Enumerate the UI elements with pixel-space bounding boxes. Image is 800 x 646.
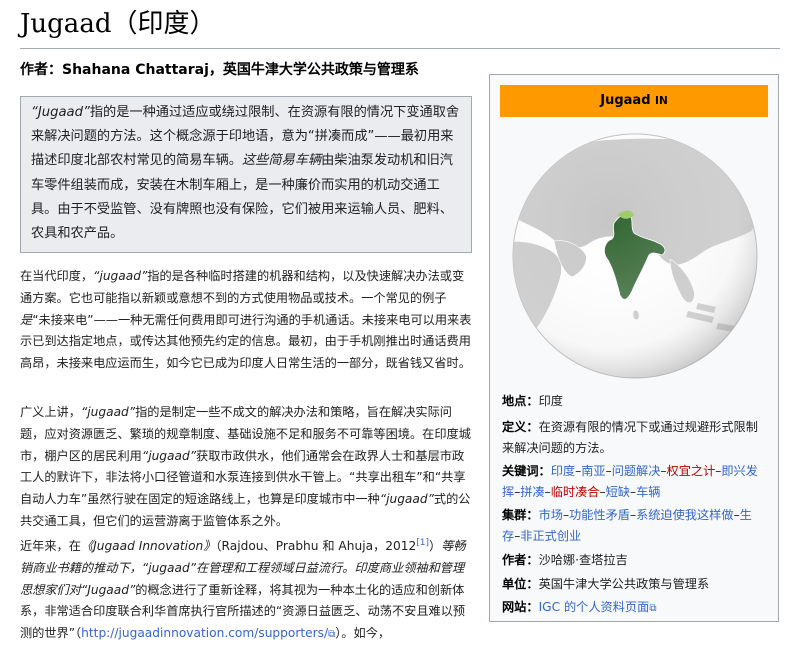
keyword-link-0[interactable]: 印度 [551,464,575,478]
p2-term: “jugaad” [80,405,136,419]
infobox-unit-row: 单位：英国牛津大学公共政策与管理系 [502,574,770,595]
keyword-link-7[interactable]: 短缺 [606,485,630,499]
p3-text-a: 近年来，在 [20,539,81,553]
infobox-definition-row: 定义：在资源有限的情况下或通过规避形式限制来解决问题的方法。 [502,417,770,458]
p2-text-a: 广义上讲， [20,405,81,419]
keyword-link-3[interactable]: 权宜之计 [667,464,716,478]
website-label: 网站： [502,600,539,614]
author-label: 作者： [502,553,539,567]
website-link-text: IGC 的个人资料页面 [538,600,650,614]
definition-quote-box: “Jugaad”指的是一种通过适应或绕过限制、在资源有限的情况下变通取舍来解决问… [20,96,472,254]
author-byline: 作者：Shahana Chattaraj，英国牛津大学公共政策与管理系 [20,62,419,78]
p2-term-2: “jugaad” [141,448,197,463]
location-label: 地点： [502,394,539,408]
unit-label: 单位： [502,577,539,591]
infobox-title: Jugaad [600,93,651,108]
infobox-clusters-row: 集群：市场–功能性矛盾–系统迫使我这样做–生存–非正式创业 [502,505,770,546]
cluster-link-0[interactable]: 市场 [539,508,563,522]
keywords-label: 关键词： [502,464,551,478]
clusters-list: 市场–功能性矛盾–系统迫使我这样做–生存–非正式创业 [502,508,752,543]
infobox-location-row: 地点：印度 [502,391,770,412]
unit-value: 英国牛津大学公共政策与管理系 [538,577,710,591]
paragraph-1: 在当代印度，“jugaad”指的是各种临时搭建的机器和结构，以及快速解决办法或变… [20,266,472,375]
paragraph-3: 近年来，在《Jugaad Innovation》（Rajdou、Prabhu 和… [20,536,472,646]
igc-profile-link[interactable]: IGC 的个人资料页面⧉ [539,600,657,614]
supporters-url: http://jugaadinnovation.com/supporters/ [81,626,329,641]
p3-text-c: ） [429,539,442,553]
india-globe-map [512,133,758,379]
infobox-country-code: IN [655,95,668,107]
location-value: 印度 [538,394,563,408]
p3-text-b: （Rajdou、Prabhu 和 Ahuja，2012 [215,539,417,553]
cluster-link-2[interactable]: 系统迫使我这样做 [636,508,734,522]
infobox: Jugaad IN 地点：印度 定义：在资源有限的情况下或通过规避形式限制来解决… [489,74,779,622]
supporters-external-link[interactable]: http://jugaadinnovation.com/supporters/⧉ [81,626,335,640]
definition-label: 定义： [502,420,539,434]
definition-value: 在资源有限的情况下或通过规避形式限制来解决问题的方法。 [502,420,758,455]
infobox-website-row: 网站：IGC 的个人资料页面⧉ [502,597,770,620]
keyword-link-1[interactable]: 南亚 [581,464,605,478]
keyword-link-8[interactable]: 车辆 [636,485,660,499]
quote-term: “Jugaad” [31,105,90,120]
quote-italic: 这些简易车辆 [242,153,322,169]
keyword-link-5[interactable]: 拼凑 [520,485,544,499]
infobox-header: Jugaad IN [500,85,768,117]
keyword-link-6[interactable]: 临时凑合 [551,485,600,499]
paragraph-2: 广义上讲，“jugaad”指的是制定一些不成文的解决办法和策略，旨在解决实际问题… [20,402,472,533]
p1-term: “jugaad” [93,269,148,283]
infobox-keywords-row: 关键词：印度–南亚–问题解决–权宜之计–即兴发挥–拼凑–临时凑合–短缺–车辆 [502,461,770,502]
globe-shading [513,134,757,378]
cluster-link-4[interactable]: 非正式创业 [520,529,581,543]
external-link-icon: ⧉ [649,603,657,614]
p1-text-c: 是 [20,312,33,327]
p3-text-e: ）。如今， [335,626,391,641]
author-value: 沙哈娜·查塔拉吉 [538,553,628,567]
page-title: Jugaad（印度） [20,4,780,49]
p3-term-2: “Jugaad” [80,582,136,597]
p1-text-d: “未接来电”——一种无需任何费用即可进行沟通的手机通话。未接来电可以用来表示已到… [20,312,472,371]
keyword-link-2[interactable]: 问题解决 [612,464,661,478]
p3-term: “jugaad” [141,560,197,575]
reference-link-1[interactable]: [1] [416,538,429,548]
cluster-link-1[interactable]: 功能性矛盾 [569,508,630,522]
infobox-author-row: 作者：沙哈娜·查塔拉吉 [502,550,770,571]
p3-book-title: 《Jugaad Innovation》 [80,539,216,553]
clusters-label: 集群： [502,508,539,522]
p1-text-a: 在当代印度， [20,269,94,283]
p2-term-3: “jugaad” [379,492,434,507]
